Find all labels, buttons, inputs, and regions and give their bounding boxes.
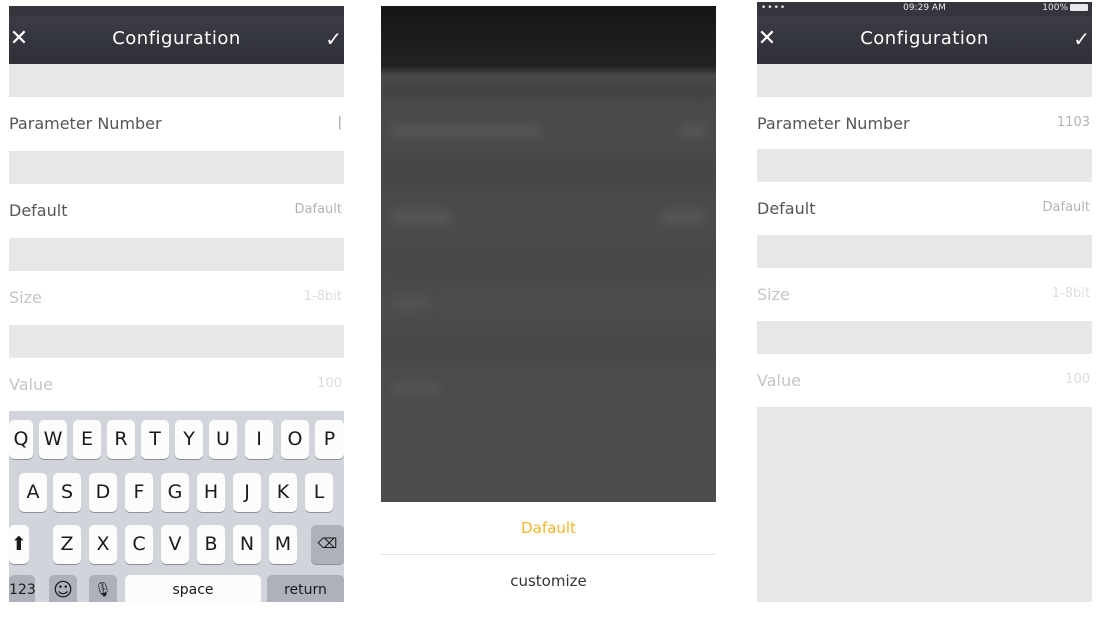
key[interactable]: X — [89, 525, 117, 564]
default-row[interactable]: Default Dafault — [757, 182, 1092, 236]
section-gap — [757, 321, 1092, 354]
blurred-shape — [381, 86, 716, 96]
screen-filled: •••• 09:29 AM 100% ✕ Configuration ✓ Par… — [757, 2, 1092, 602]
blurred-shape — [391, 298, 431, 308]
key[interactable]: P — [315, 420, 344, 459]
key[interactable]: E — [73, 420, 101, 459]
key[interactable]: T — [141, 420, 169, 459]
size-label: Size — [757, 285, 790, 304]
space-key[interactable]: space — [125, 575, 261, 602]
check-icon[interactable]: ✓ — [1073, 26, 1090, 52]
default-label: Default — [757, 199, 816, 218]
key[interactable]: Y — [175, 420, 203, 459]
value-value: 100 — [1065, 372, 1090, 387]
default-value: Dafault — [1042, 200, 1090, 215]
section-gap — [9, 64, 344, 97]
size-row[interactable]: Size 1-8bit — [757, 268, 1092, 322]
key[interactable]: F — [125, 473, 153, 512]
blurred-shape — [381, 156, 716, 186]
size-value: 1-8bit — [303, 289, 342, 304]
key[interactable]: S — [53, 473, 81, 512]
section-gap — [757, 235, 1092, 268]
blurred-background — [381, 6, 716, 502]
section-gap — [9, 238, 344, 271]
microphone-icon[interactable]: 🎙 — [89, 575, 117, 602]
value-label: Value — [757, 371, 801, 390]
blurred-shape — [391, 126, 541, 136]
value-row[interactable]: Value 100 — [757, 354, 1092, 408]
value-value: 100 — [317, 376, 342, 391]
key[interactable]: Q — [9, 420, 33, 459]
default-row[interactable]: Default Dafault — [9, 184, 344, 238]
option-default[interactable]: Dafault — [381, 502, 716, 554]
key[interactable]: U — [209, 420, 237, 459]
key[interactable]: B — [197, 525, 225, 564]
blurred-shape — [381, 246, 716, 276]
parameter-number-row[interactable]: Parameter Number 1103 — [757, 97, 1092, 151]
blurred-shape — [391, 384, 441, 394]
key[interactable]: N — [233, 525, 261, 564]
key[interactable]: W — [39, 420, 67, 459]
numbers-key[interactable]: 123 — [9, 575, 36, 602]
key[interactable]: K — [269, 473, 297, 512]
key[interactable]: I — [245, 420, 273, 459]
parameter-number-row[interactable]: Parameter Number | — [9, 97, 344, 151]
keyboard-row-2: A S D F G H J K L — [9, 473, 344, 512]
empty-area — [757, 407, 1092, 602]
key[interactable]: V — [161, 525, 189, 564]
status-bar: •••• 09:29 AM 100% — [757, 2, 1092, 16]
blurred-shape — [381, 331, 716, 361]
section-gap — [9, 325, 344, 358]
value-row[interactable]: Value 100 — [9, 358, 344, 412]
text-cursor: | — [337, 115, 342, 130]
nav-bar: ✕ Configuration ✓ — [757, 16, 1092, 64]
parameter-number-label: Parameter Number — [9, 114, 162, 133]
key[interactable]: H — [197, 473, 225, 512]
keyboard-row-3: ⬆ Z X C V B N M ⌫ — [9, 525, 344, 564]
screen-default-picker: Dafault customize — [381, 6, 716, 602]
key[interactable]: L — [305, 473, 333, 512]
value-label: Value — [9, 375, 53, 394]
blurred-shape — [681, 126, 706, 136]
section-gap — [757, 149, 1092, 182]
size-label: Size — [9, 288, 42, 307]
key[interactable]: G — [161, 473, 189, 512]
size-row[interactable]: Size 1-8bit — [9, 271, 344, 325]
key[interactable]: A — [19, 473, 47, 512]
nav-bar: ✕ Configuration ✓ — [9, 16, 344, 64]
action-sheet: Dafault customize — [381, 502, 716, 602]
emoji-icon[interactable]: ☺ — [49, 575, 77, 602]
option-customize[interactable]: customize — [381, 555, 716, 602]
key[interactable]: Z — [53, 525, 81, 564]
default-value: Dafault — [294, 202, 342, 217]
blurred-shape — [661, 212, 706, 222]
parameter-number-value: 1103 — [1056, 115, 1090, 130]
key[interactable]: D — [89, 473, 117, 512]
key[interactable]: C — [125, 525, 153, 564]
key[interactable]: R — [107, 420, 135, 459]
section-gap — [757, 64, 1092, 97]
keyboard-row-1: Q W E R T Y U I O P — [9, 420, 344, 459]
shift-key[interactable]: ⬆ — [9, 525, 29, 564]
battery-icon — [1070, 4, 1088, 11]
battery-indicator: 100% — [1042, 3, 1088, 13]
key[interactable]: M — [269, 525, 297, 564]
default-label: Default — [9, 201, 68, 220]
keyboard-row-4: 123 ☺ 🎙 space return — [9, 575, 344, 602]
section-gap — [9, 151, 344, 184]
blurred-shape — [391, 212, 451, 222]
battery-percent: 100% — [1042, 3, 1068, 13]
page-title: Configuration — [860, 28, 989, 49]
key[interactable]: O — [281, 420, 309, 459]
keyboard: Q W E R T Y U I O P A S D F G H J K L ⬆ … — [9, 411, 344, 602]
key[interactable]: J — [233, 473, 261, 512]
delete-key[interactable]: ⌫ — [311, 525, 344, 564]
page-title: Configuration — [112, 28, 241, 49]
parameter-number-label: Parameter Number — [757, 114, 910, 133]
check-icon[interactable]: ✓ — [325, 26, 342, 52]
return-key[interactable]: return — [267, 575, 344, 602]
size-value: 1-8bit — [1051, 286, 1090, 301]
screen-editing: ✕ Configuration ✓ Parameter Number | Def… — [9, 6, 344, 602]
